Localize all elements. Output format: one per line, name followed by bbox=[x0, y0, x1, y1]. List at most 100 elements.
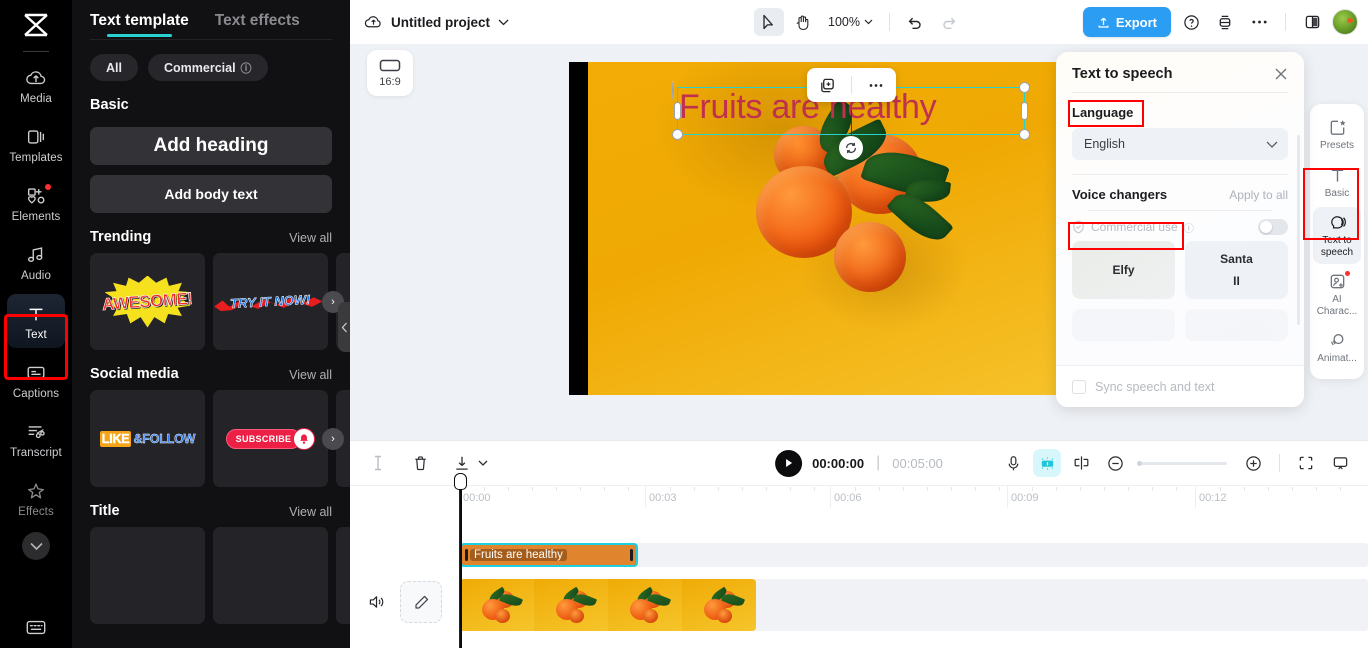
more-options-button[interactable] bbox=[1245, 8, 1273, 36]
template-tile-partial[interactable] bbox=[336, 527, 350, 624]
playhead-handle[interactable] bbox=[454, 473, 467, 490]
video-track-lane[interactable] bbox=[460, 579, 1368, 631]
sidebar-item-text[interactable]: Text bbox=[7, 294, 65, 348]
resize-handle-top-right[interactable] bbox=[1019, 82, 1030, 93]
filter-chip-label: All bbox=[106, 60, 122, 75]
preview-mode-button[interactable] bbox=[1326, 449, 1354, 477]
template-tile-try-it-now[interactable]: TRY IT NOW! bbox=[213, 253, 328, 350]
right-rail-item-text-to-speech[interactable]: Text to speech bbox=[1313, 207, 1361, 264]
view-all-social-media[interactable]: View all bbox=[289, 368, 332, 382]
timeline-ruler[interactable]: 00:00 00:03 00:06 00:09 00:12 bbox=[350, 485, 1368, 511]
select-tool-button[interactable] bbox=[754, 8, 785, 36]
close-icon[interactable] bbox=[1274, 67, 1288, 81]
resize-handle-bottom-right[interactable] bbox=[1019, 129, 1030, 140]
sidebar-item-elements[interactable]: Elements bbox=[7, 176, 65, 230]
layer-more-options-button[interactable] bbox=[862, 72, 890, 98]
clip-trim-handle-left[interactable] bbox=[465, 549, 468, 561]
filter-chip-commercial[interactable]: Commercial ⓘ bbox=[147, 54, 268, 81]
filter-chip-all[interactable]: All bbox=[90, 54, 138, 81]
view-all-trending[interactable]: View all bbox=[289, 231, 332, 245]
template-tile-like-follow[interactable]: LIKE &FOLLOW bbox=[90, 390, 205, 487]
expand-more-sidebar-button[interactable] bbox=[22, 532, 50, 560]
video-preview[interactable]: Fruits are healthy bbox=[569, 62, 1067, 395]
voice-option-santa[interactable]: Santa II bbox=[1185, 241, 1288, 299]
voice-option-partial[interactable] bbox=[1185, 309, 1288, 341]
export-button[interactable]: Export bbox=[1082, 7, 1171, 37]
play-button[interactable] bbox=[775, 449, 803, 477]
timeline-zoom-slider[interactable] bbox=[1137, 460, 1227, 466]
text-to-speech-panel: Text to speech Language English Voice ch… bbox=[1056, 52, 1304, 407]
avatar[interactable] bbox=[1332, 9, 1358, 35]
sidebar-item-templates[interactable]: Templates bbox=[7, 117, 65, 171]
voice-option-elfy[interactable]: Elfy bbox=[1072, 241, 1175, 299]
resize-handle-middle-right[interactable] bbox=[1021, 102, 1028, 120]
template-tile-awesome[interactable]: AWESOME! bbox=[90, 253, 205, 350]
zoom-in-button[interactable] bbox=[1239, 449, 1267, 477]
apply-to-all-button[interactable]: Apply to all bbox=[1229, 188, 1288, 202]
zoom-level-select[interactable]: 100% bbox=[822, 15, 879, 29]
right-rail-item-presets[interactable]: Presets bbox=[1313, 112, 1361, 158]
duplicate-layer-button[interactable] bbox=[813, 72, 841, 98]
rotate-handle-icon[interactable] bbox=[839, 136, 863, 160]
layout-button[interactable] bbox=[1211, 8, 1239, 36]
auto-tool-button[interactable] bbox=[1033, 449, 1061, 477]
voice-list: Elfy Santa II bbox=[1072, 241, 1288, 299]
delete-button[interactable] bbox=[406, 449, 434, 477]
split-view-button[interactable] bbox=[1298, 8, 1326, 36]
edit-track-button[interactable] bbox=[400, 581, 442, 623]
add-heading-button[interactable]: Add heading bbox=[90, 127, 332, 165]
record-voiceover-button[interactable] bbox=[999, 449, 1027, 477]
fit-to-screen-button[interactable] bbox=[1292, 449, 1320, 477]
resize-handle-bottom-left[interactable] bbox=[672, 129, 683, 140]
right-rail-item-ai-character[interactable]: AI Charac... bbox=[1313, 266, 1361, 323]
right-rail-item-basic[interactable]: Basic bbox=[1313, 160, 1361, 206]
sidebar-item-effects[interactable]: Effects bbox=[7, 471, 65, 525]
template-tile-title-1[interactable] bbox=[90, 527, 205, 624]
tts-header: Text to speech bbox=[1056, 52, 1304, 92]
clip-trim-handle-right[interactable] bbox=[630, 549, 633, 561]
left-icon-rail: Media Templates Elements Audio Text Capt… bbox=[0, 0, 72, 648]
project-name-menu[interactable]: Untitled project bbox=[364, 14, 509, 30]
stack-icon bbox=[1217, 14, 1233, 31]
scroll-right-social-icon[interactable]: › bbox=[322, 427, 344, 450]
timeline-playhead[interactable] bbox=[454, 473, 467, 648]
aspect-ratio-label: 16:9 bbox=[379, 76, 401, 88]
split-clip-button[interactable] bbox=[1067, 449, 1095, 477]
sync-speech-checkbox[interactable] bbox=[1072, 379, 1086, 394]
keyboard-shortcuts-icon[interactable] bbox=[25, 619, 47, 636]
sync-speech-label: Sync speech and text bbox=[1095, 379, 1215, 394]
tab-text-template[interactable]: Text template bbox=[90, 12, 189, 39]
sidebar-item-media[interactable]: Media bbox=[7, 58, 65, 112]
hand-tool-button[interactable] bbox=[788, 8, 818, 36]
help-button[interactable] bbox=[1177, 8, 1205, 36]
tab-text-effects[interactable]: Text effects bbox=[215, 12, 300, 39]
aspect-ratio-button[interactable]: 16:9 bbox=[367, 50, 413, 96]
sidebar-item-transcript[interactable]: Transcript bbox=[7, 412, 65, 466]
text-cursor-button[interactable] bbox=[364, 449, 392, 477]
download-dropdown-button[interactable] bbox=[476, 449, 490, 477]
right-rail-item-animation[interactable]: Animat... bbox=[1313, 325, 1361, 371]
sidebar-item-audio[interactable]: Audio bbox=[7, 235, 65, 289]
speaker-icon[interactable] bbox=[368, 594, 386, 610]
language-select[interactable]: English bbox=[1072, 128, 1288, 160]
template-tile-title-2[interactable] bbox=[213, 527, 328, 624]
voice-option-partial[interactable] bbox=[1072, 309, 1175, 341]
undo-button[interactable] bbox=[900, 8, 930, 36]
info-icon[interactable]: ⓘ bbox=[1184, 220, 1194, 235]
tts-scrollbar[interactable] bbox=[1297, 135, 1300, 325]
zoom-out-button[interactable] bbox=[1101, 449, 1129, 477]
template-tile-subscribe[interactable]: SUBSCRIBE bbox=[213, 390, 328, 487]
view-all-title[interactable]: View all bbox=[289, 505, 332, 519]
video-clip[interactable] bbox=[460, 579, 756, 631]
sidebar-item-captions[interactable]: Captions bbox=[7, 353, 65, 407]
collapse-panel-button[interactable] bbox=[338, 302, 350, 352]
toolbar-divider bbox=[888, 13, 890, 31]
add-body-text-button[interactable]: Add body text bbox=[90, 175, 332, 213]
resize-handle-middle-left[interactable] bbox=[674, 102, 681, 120]
commercial-use-toggle[interactable] bbox=[1258, 219, 1288, 235]
text-track-lane[interactable]: Fruits are healthy bbox=[460, 543, 1368, 567]
redo-button[interactable] bbox=[934, 8, 964, 36]
resize-handle-top-left[interactable] bbox=[672, 81, 674, 100]
text-clip[interactable]: Fruits are healthy bbox=[460, 543, 638, 567]
download-icon bbox=[454, 455, 470, 472]
